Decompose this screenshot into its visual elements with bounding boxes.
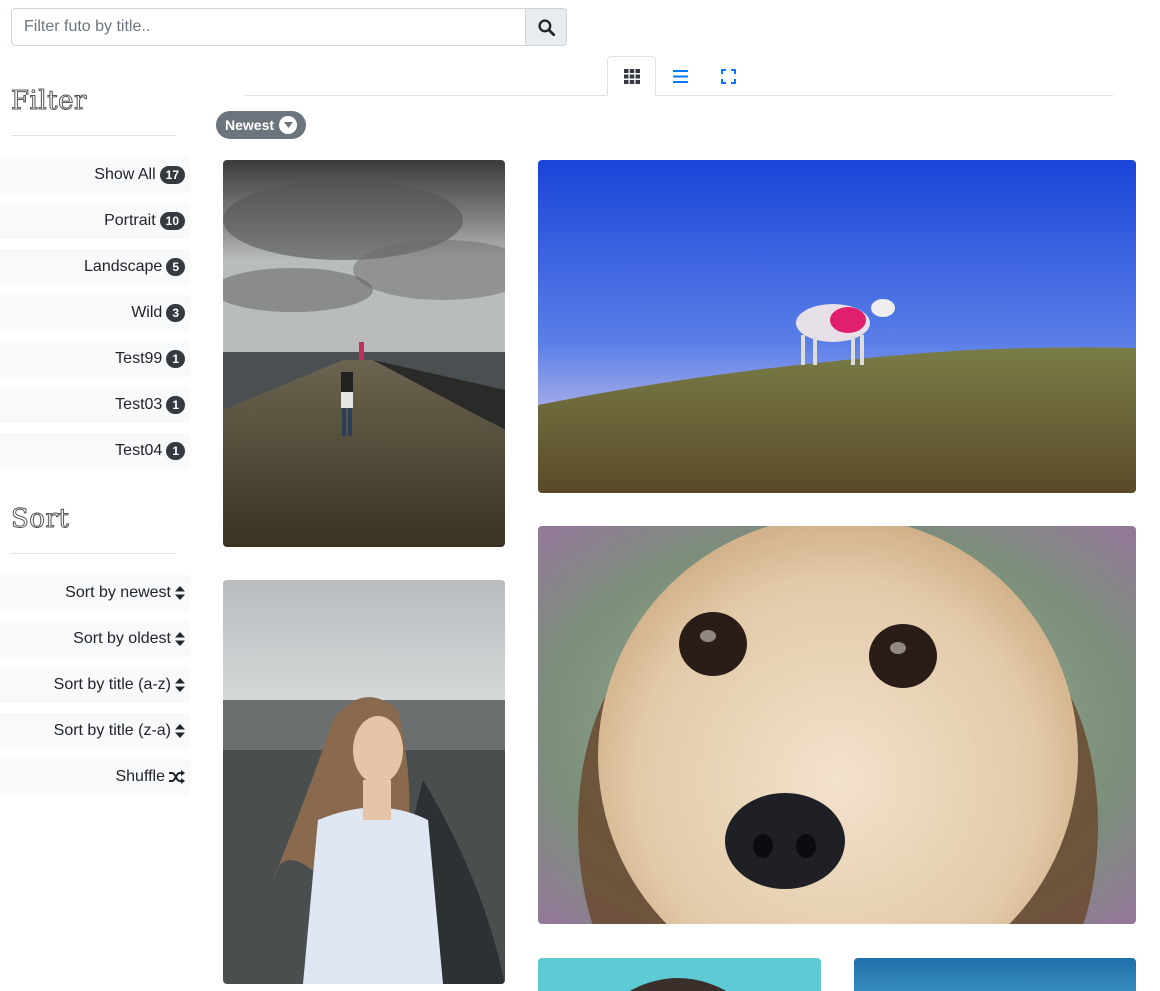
filter-item-portrait[interactable]: Portrait 10 bbox=[0, 203, 190, 239]
tab-grid-view[interactable] bbox=[607, 56, 656, 96]
sort-item-oldest[interactable]: Sort by oldest bbox=[0, 621, 190, 657]
sort-item-title-az[interactable]: Sort by title (a-z) bbox=[0, 667, 190, 703]
count-badge: 3 bbox=[166, 304, 185, 322]
filter-item-label: Wild bbox=[131, 304, 163, 321]
photo-sheep[interactable] bbox=[538, 160, 1136, 493]
sort-item-label: Sort by title (z-a) bbox=[53, 722, 171, 739]
sort-item-newest[interactable]: Sort by newest bbox=[0, 575, 190, 611]
filter-divider bbox=[11, 135, 176, 136]
photo-image bbox=[223, 160, 505, 547]
photo-pier[interactable] bbox=[223, 160, 505, 547]
sort-icon bbox=[175, 632, 185, 646]
photo-woman[interactable] bbox=[223, 580, 505, 984]
count-badge: 17 bbox=[159, 166, 185, 184]
search-icon bbox=[537, 18, 555, 36]
filter-item-wild[interactable]: Wild 3 bbox=[0, 295, 190, 331]
sort-item-label: Sort by newest bbox=[65, 584, 171, 601]
filter-item-label: Test03 bbox=[115, 396, 163, 413]
filter-item-label: Test99 bbox=[115, 350, 163, 367]
sort-heading: Sort bbox=[10, 504, 70, 535]
filter-item-test03[interactable]: Test03 1 bbox=[0, 387, 190, 423]
filter-item-label: Portrait bbox=[104, 212, 156, 229]
filter-heading: Filter bbox=[11, 86, 87, 117]
tab-fullscreen-view[interactable] bbox=[704, 56, 753, 96]
active-sort-pill[interactable]: Newest bbox=[216, 111, 307, 139]
filter-item-test04[interactable]: Test04 1 bbox=[0, 433, 190, 469]
filter-item-test99[interactable]: Test99 1 bbox=[0, 341, 190, 377]
filter-item-landscape[interactable]: Landscape 5 bbox=[0, 249, 190, 285]
grid-icon bbox=[623, 68, 640, 84]
count-badge: 1 bbox=[166, 350, 185, 368]
sort-icon bbox=[175, 678, 185, 692]
sort-list: Sort by newest Sort by oldest Sort by ti… bbox=[0, 575, 190, 805]
active-sort-label: Newest bbox=[225, 117, 275, 133]
sort-item-label: Sort by oldest bbox=[73, 630, 171, 647]
chevron-down-icon bbox=[279, 116, 298, 134]
count-badge: 5 bbox=[166, 258, 185, 276]
list-icon bbox=[673, 69, 688, 83]
count-badge: 1 bbox=[166, 442, 185, 460]
photo-image bbox=[223, 580, 505, 984]
shuffle-icon bbox=[169, 770, 185, 784]
sort-icon bbox=[175, 586, 185, 600]
search-input[interactable] bbox=[11, 8, 525, 46]
sort-item-title-za[interactable]: Sort by title (z-a) bbox=[0, 713, 190, 749]
filter-item-label: Landscape bbox=[84, 258, 163, 275]
photo-image bbox=[538, 160, 1136, 493]
photo-portrait-teal[interactable] bbox=[538, 958, 821, 991]
count-badge: 10 bbox=[159, 212, 185, 230]
filter-item-show-all[interactable]: Show All 17 bbox=[0, 157, 190, 193]
sort-item-label: Shuffle bbox=[115, 768, 165, 785]
sort-icon bbox=[175, 724, 185, 738]
fullscreen-icon bbox=[721, 68, 736, 84]
search-bar bbox=[11, 8, 567, 46]
photo-blue-sky[interactable] bbox=[854, 958, 1136, 991]
sort-divider bbox=[11, 553, 176, 554]
photo-image bbox=[538, 526, 1136, 924]
count-badge: 1 bbox=[166, 396, 185, 414]
search-button[interactable] bbox=[525, 8, 567, 46]
sort-item-label: Sort by title (a-z) bbox=[53, 676, 171, 693]
sort-item-shuffle[interactable]: Shuffle bbox=[0, 759, 190, 795]
filter-item-label: Show All bbox=[94, 166, 156, 183]
filter-list: Show All 17 Portrait 10 Landscape 5 Wild… bbox=[0, 157, 190, 479]
photo-image bbox=[538, 958, 821, 991]
photo-image bbox=[854, 958, 1136, 991]
filter-item-label: Test04 bbox=[115, 442, 163, 459]
tab-list-view[interactable] bbox=[656, 56, 705, 96]
photo-dog[interactable] bbox=[538, 526, 1136, 924]
